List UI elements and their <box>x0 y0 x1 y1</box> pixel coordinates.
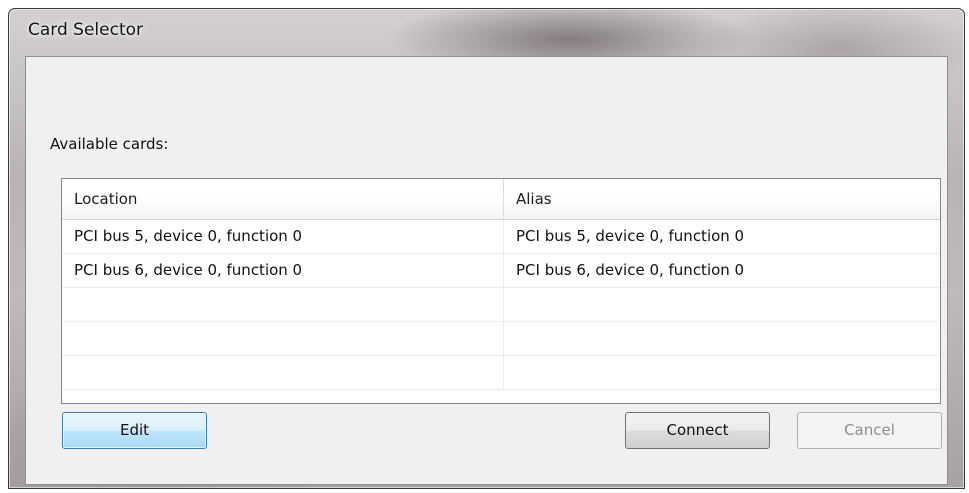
location-cell <box>62 288 504 321</box>
cancel-button[interactable]: Cancel <box>797 412 942 449</box>
empty-table-row <box>62 322 940 356</box>
cards-list-view[interactable]: Location Alias PCI bus 5, device 0, func… <box>61 178 941 404</box>
dialog-client-area: Available cards: Location Alias PCI bus … <box>25 56 948 485</box>
alias-cell: PCI bus 5, device 0, function 0 <box>516 227 745 245</box>
column-header-location[interactable]: Location <box>62 179 504 219</box>
column-header-alias[interactable]: Alias <box>504 179 940 219</box>
location-cell: PCI bus 6, device 0, function 0 <box>62 254 504 287</box>
empty-table-row <box>62 356 940 390</box>
table-row[interactable]: PCI bus 6, device 0, function 0 PCI bus … <box>62 254 940 288</box>
edit-button[interactable]: Edit <box>62 412 207 449</box>
alias-cell: PCI bus 6, device 0, function 0 <box>516 261 745 279</box>
location-cell <box>62 356 504 389</box>
location-cell: PCI bus 5, device 0, function 0 <box>62 220 504 253</box>
available-cards-label: Available cards: <box>50 135 169 153</box>
table-row[interactable]: PCI bus 5, device 0, function 0 PCI bus … <box>62 220 940 254</box>
connect-button[interactable]: Connect <box>625 412 770 449</box>
window-title: Card Selector <box>28 20 144 40</box>
alias-cell <box>504 322 940 355</box>
alias-cell <box>504 356 940 389</box>
empty-table-row <box>62 288 940 322</box>
list-header: Location Alias <box>62 179 940 220</box>
card-selector-window: Card Selector Available cards: Location … <box>8 8 965 489</box>
alias-cell <box>504 288 940 321</box>
location-cell <box>62 322 504 355</box>
